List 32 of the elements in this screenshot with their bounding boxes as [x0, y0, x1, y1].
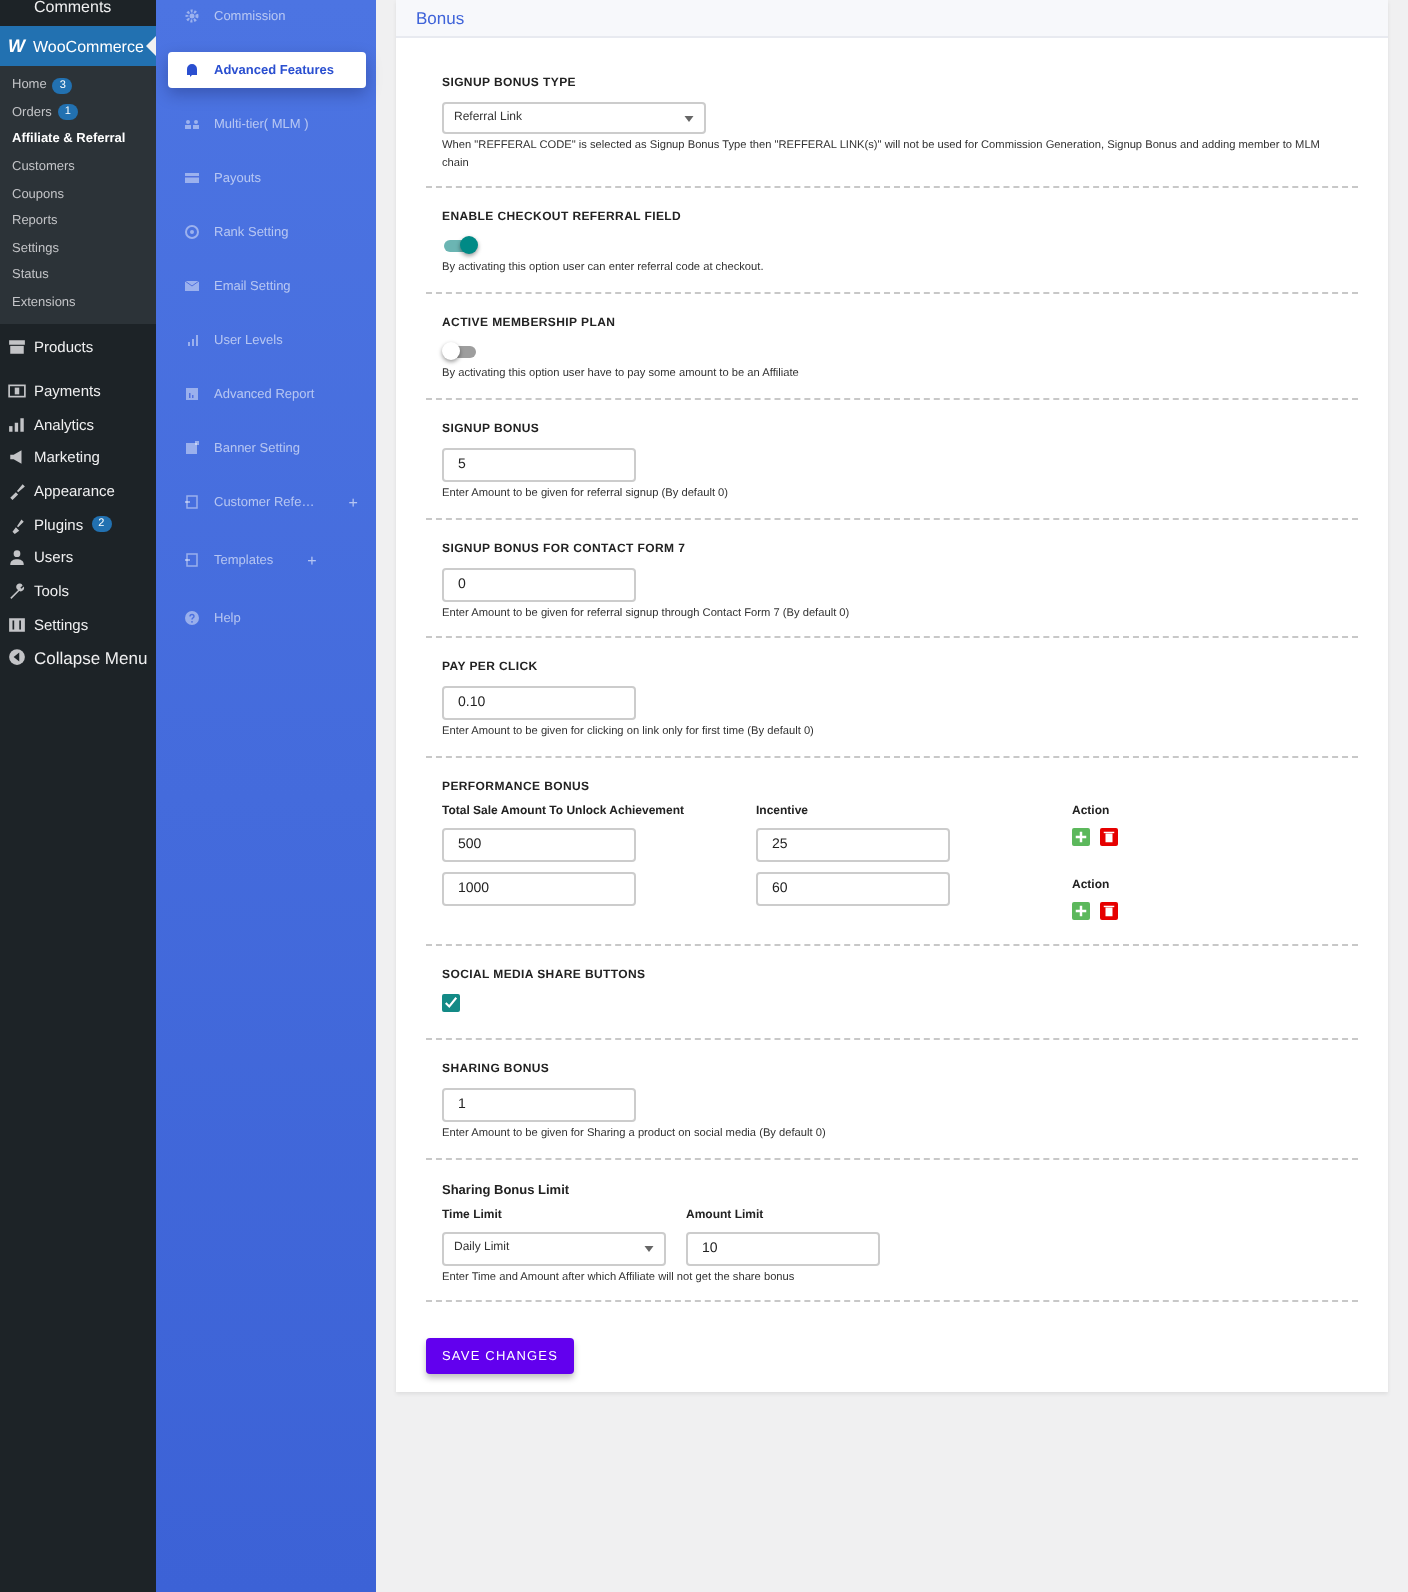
bars-icon [8, 415, 26, 434]
toggle-switch[interactable] [442, 342, 478, 363]
image-icon [184, 440, 200, 456]
brush-icon [8, 481, 26, 500]
dollar-icon [8, 381, 26, 400]
sliders-icon [8, 615, 26, 634]
user-icon [8, 548, 26, 567]
delete-button[interactable] [1100, 901, 1118, 920]
add-button[interactable] [1072, 827, 1090, 846]
menu-item[interactable]: Collapse Menu [0, 641, 156, 675]
people-icon [184, 116, 200, 132]
panel-title: Bonus [414, 8, 465, 28]
help-icon [184, 610, 200, 626]
checkbox[interactable] [442, 993, 460, 1012]
signal-icon [184, 332, 200, 348]
chart-icon [184, 386, 200, 402]
archive-icon [8, 338, 26, 357]
caret-icon [684, 115, 694, 121]
mail-icon [184, 278, 200, 294]
caret-icon [644, 1245, 654, 1252]
menu-item[interactable]: Comments [0, 0, 156, 24]
menu-item[interactable]: W WooCommerce [0, 26, 156, 66]
delete-button[interactable] [1100, 827, 1118, 846]
wrench-icon [8, 582, 26, 600]
document-icon [184, 494, 200, 510]
document-icon [184, 552, 200, 568]
collapse-icon [8, 648, 26, 667]
add-button[interactable] [1072, 901, 1090, 920]
card-icon [184, 170, 200, 186]
gear-icon [184, 8, 200, 24]
toggle-switch[interactable] [442, 236, 478, 257]
megaphone-icon [8, 448, 26, 467]
